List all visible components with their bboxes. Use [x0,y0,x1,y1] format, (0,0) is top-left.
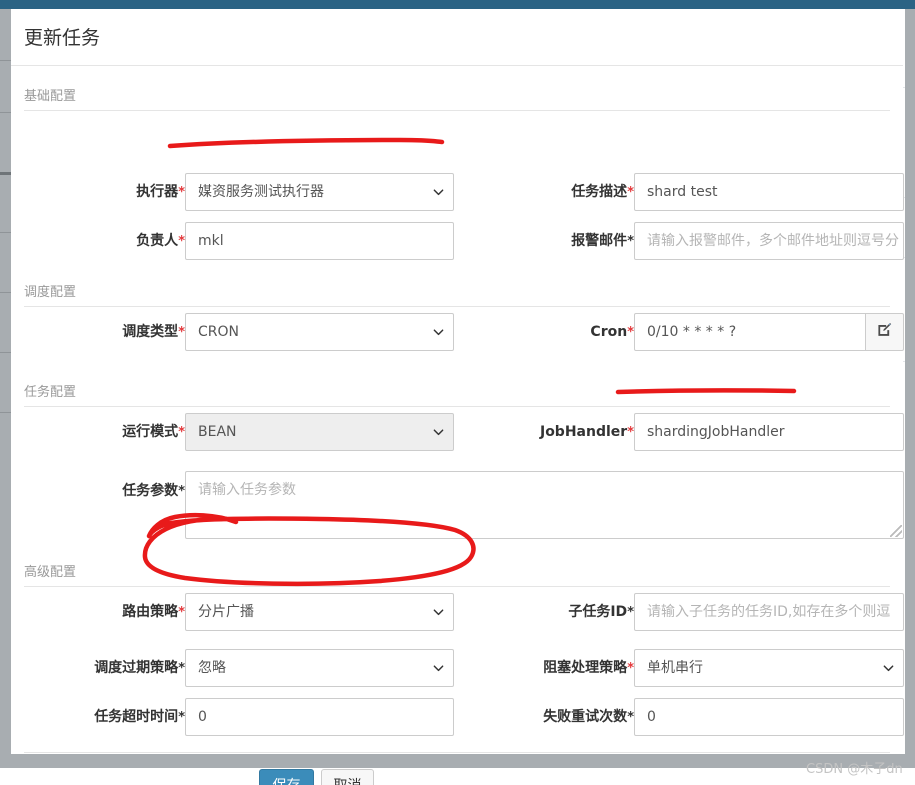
block-strategy-select[interactable]: 单机串行 [634,649,904,687]
label-glue-type: 运行模式* [122,424,185,440]
edit-icon [877,322,892,342]
chevron-down-icon [433,187,444,198]
label-alarm-email: 报警邮件* [571,233,634,249]
section-rule-advanced [24,586,890,587]
cron-edit-button[interactable] [866,313,904,351]
section-advanced-config: 高级配置 [24,564,890,588]
modal-header: 更新任务 [11,9,903,66]
cancel-button[interactable]: 取消 [321,769,374,785]
field-row-schedule-type: 调度类型* CRON [24,313,454,351]
glue-type-select[interactable]: BEAN [185,413,454,451]
misfire-strategy-select[interactable]: 忽略 [185,649,454,687]
modal-footer: 保存 取消 [24,752,890,785]
field-row-fail-retry: 失败重试次数* 0 [470,698,904,736]
fail-retry-input-value: 0 [647,709,656,725]
job-handler-input[interactable]: shardingJobHandler [634,413,904,451]
resize-grip-icon[interactable] [890,525,902,537]
child-job-id-placeholder: 请输入子任务的任务ID,如存在多个则逗 [647,604,891,620]
job-desc-input-value: shard test [647,184,718,200]
page-title: 更新任务 [24,27,101,49]
route-strategy-select-value: 分片广播 [198,604,254,620]
label-executor: 执行器* [136,184,185,200]
misfire-strategy-select-value: 忽略 [198,660,226,676]
label-misfire-strategy: 调度过期策略* [94,660,185,676]
section-legend-task: 任务配置 [24,385,77,400]
schedule-type-select-value: CRON [198,324,239,340]
cron-input[interactable]: 0/10 * * * * ? [634,313,866,351]
label-owner: 负责人* [136,233,185,249]
field-row-job-desc: 任务描述* shard test [470,173,904,211]
field-row-job-timeout: 任务超时时间* 0 [24,698,454,736]
label-fail-retry: 失败重试次数* [543,709,634,725]
section-schedule-config: 调度配置 [24,284,890,308]
route-strategy-select[interactable]: 分片广播 [185,593,454,631]
fail-retry-input[interactable]: 0 [634,698,904,736]
owner-input[interactable]: mkl [185,222,454,260]
chevron-down-icon [883,663,894,674]
field-row-child-job-id: 子任务ID* 请输入子任务的任务ID,如存在多个则逗 [470,593,904,631]
chevron-down-icon [433,607,444,618]
label-schedule-type: 调度类型* [122,324,185,340]
label-cron: Cron* [590,324,634,340]
executor-select[interactable]: 媒资服务测试执行器 [185,173,454,211]
schedule-type-select[interactable]: CRON [185,313,454,351]
alarm-email-placeholder: 请输入报警邮件，多个邮件地址则逗号分 [647,233,899,249]
chevron-down-icon [433,427,444,438]
page-backdrop-left [0,0,11,785]
job-timeout-input-value: 0 [198,709,207,725]
job-handler-input-value: shardingJobHandler [647,424,785,440]
app-topbar [0,0,915,9]
label-job-handler: JobHandler* [539,424,634,440]
section-legend-advanced: 高级配置 [24,565,77,580]
label-job-desc: 任务描述* [571,184,634,200]
section-legend-basic: 基础配置 [24,89,77,104]
field-row-alarm-email: 报警邮件* 请输入报警邮件，多个邮件地址则逗号分 [470,222,904,260]
child-job-id-input[interactable]: 请输入子任务的任务ID,如存在多个则逗 [634,593,904,631]
save-button[interactable]: 保存 [259,769,314,785]
field-row-route-strategy: 路由策略* 分片广播 [24,593,454,631]
label-executor-param: 任务参数* [122,483,185,499]
owner-input-value: mkl [198,233,224,249]
chevron-down-icon [433,663,444,674]
label-route-strategy: 路由策略* [122,604,185,620]
section-rule-task [24,406,890,407]
glue-type-select-value: BEAN [198,424,237,440]
section-rule-basic [24,110,890,111]
executor-param-textarea[interactable]: 请输入任务参数 [185,471,904,539]
executor-param-placeholder: 请输入任务参数 [198,482,296,498]
job-timeout-input[interactable]: 0 [185,698,454,736]
block-strategy-select-value: 单机串行 [647,660,703,676]
update-job-modal: 更新任务 基础配置 执行器* 媒资服务测试执行器 任务描述* shard tes… [11,9,904,785]
field-row-owner: 负责人* mkl [24,222,454,260]
label-job-timeout: 任务超时时间* [94,709,185,725]
executor-select-value: 媒资服务测试执行器 [198,184,324,200]
job-desc-input[interactable]: shard test [634,173,904,211]
label-block-strategy: 阻塞处理策略* [543,660,634,676]
field-row-block-strategy: 阻塞处理策略* 单机串行 [470,649,904,687]
chevron-down-icon [433,327,444,338]
section-legend-schedule: 调度配置 [24,285,77,300]
section-task-config: 任务配置 [24,384,890,408]
field-row-job-handler: JobHandler* shardingJobHandler [470,413,904,451]
field-row-cron: Cron* 0/10 * * * * ? [470,313,904,351]
field-row-executor: 执行器* 媒资服务测试执行器 [24,173,454,211]
alarm-email-input[interactable]: 请输入报警邮件，多个邮件地址则逗号分 [634,222,904,260]
section-rule-schedule [24,306,890,307]
cron-input-value: 0/10 * * * * ? [647,324,737,340]
field-row-glue-type: 运行模式* BEAN [24,413,454,451]
watermark: CSDN @木子dn [806,762,903,777]
label-child-job-id: 子任务ID* [568,604,634,620]
field-row-misfire-strategy: 调度过期策略* 忽略 [24,649,454,687]
screen: ❯ ! k k 更新任务 基础配置 执行器* 媒资服务测试执行器 [0,0,915,785]
